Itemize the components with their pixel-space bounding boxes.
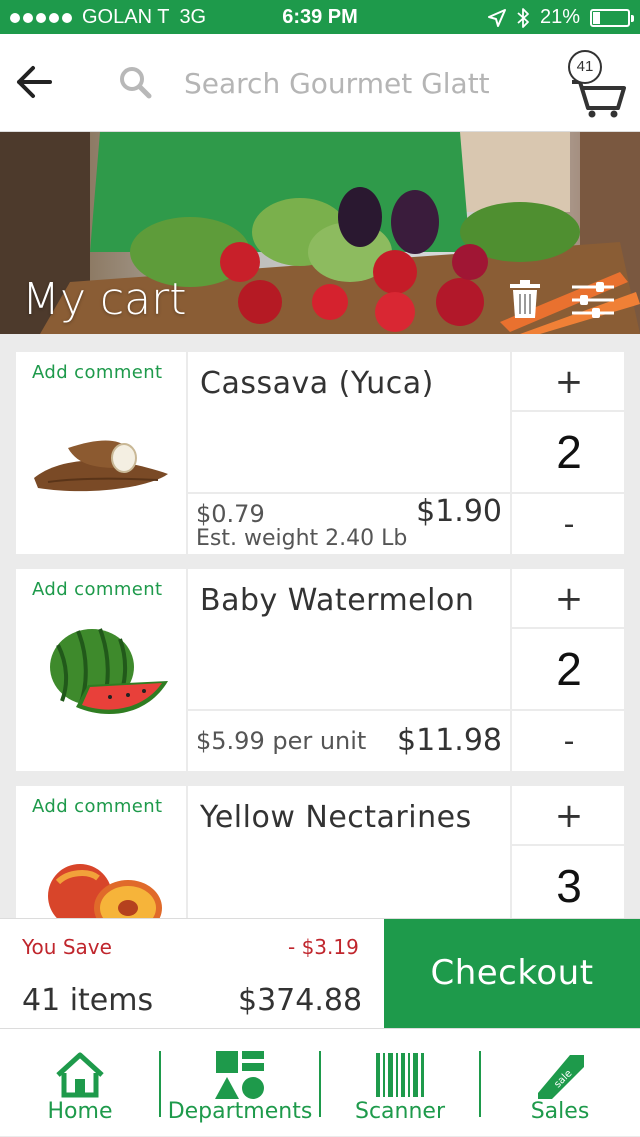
- line-total: $1.90: [416, 494, 502, 529]
- line-total: $11.98: [397, 723, 502, 758]
- battery-percent: 21%: [539, 6, 580, 28]
- tab-home[interactable]: Home: [0, 1029, 160, 1137]
- item-left-column: Add comment: [16, 786, 188, 918]
- location-icon: [487, 8, 506, 27]
- top-header: 41: [0, 34, 640, 132]
- add-comment-link[interactable]: Add comment: [32, 362, 163, 383]
- bottom-tab-bar: Home Departments Scanner sale Sales: [0, 1028, 640, 1136]
- unit-price: $5.99 per unit: [196, 727, 367, 755]
- cart-banner: My cart: [0, 132, 640, 334]
- increase-quantity-button[interactable]: +: [512, 786, 626, 846]
- item-name[interactable]: Yellow Nectarines: [200, 800, 472, 835]
- tab-scanner[interactable]: Scanner: [320, 1029, 480, 1137]
- tab-departments-label: Departments: [167, 1099, 313, 1124]
- item-count: 41 items: [22, 983, 154, 1018]
- cart-total: $374.88: [238, 983, 363, 1018]
- decrease-quantity-button[interactable]: -: [512, 709, 626, 771]
- cart-item: Add comment Yellow Nectarines + 3: [16, 786, 626, 918]
- item-left-column: Add comment: [16, 569, 188, 771]
- tab-departments[interactable]: Departments: [160, 1029, 320, 1137]
- cart-button[interactable]: 41: [564, 48, 628, 118]
- quantity-value: 2: [556, 643, 582, 695]
- cart-item: Add comment Cassava (Yuca) $0.79 Est. we…: [16, 352, 626, 554]
- search-input[interactable]: [170, 58, 530, 108]
- network-type: 3G: [179, 6, 207, 28]
- cassava-image: [34, 440, 168, 492]
- trash-icon: [510, 280, 540, 318]
- decrease-quantity-button[interactable]: -: [512, 492, 626, 554]
- bluetooth-icon: [517, 7, 529, 28]
- estimated-weight: Est. weight 2.40 Lb: [196, 526, 408, 551]
- increase-quantity-button[interactable]: +: [512, 569, 626, 629]
- signal-strength-icon: [10, 12, 72, 23]
- cart-summary: You Save - $3.19 41 items $374.88 Checko…: [0, 918, 640, 1029]
- watermelon-image: [50, 628, 168, 715]
- item-name[interactable]: Baby Watermelon: [200, 583, 474, 618]
- shapes-icon: [215, 1051, 264, 1099]
- quantity-stepper: + 2 -: [510, 352, 626, 554]
- quantity-stepper: + 2 -: [510, 569, 626, 771]
- cart-count-badge: 41: [568, 50, 602, 84]
- increase-quantity-button[interactable]: +: [512, 352, 626, 412]
- add-comment-link[interactable]: Add comment: [32, 796, 163, 817]
- item-price-row: $0.79 Est. weight 2.40 Lb $1.90: [188, 492, 510, 554]
- page-title: My cart: [22, 274, 187, 325]
- home-icon: [56, 1052, 104, 1098]
- unit-price: $0.79: [196, 500, 265, 528]
- filter-button[interactable]: [570, 280, 616, 320]
- item-left-column: Add comment: [16, 352, 188, 554]
- you-save-amount: - $3.19: [288, 935, 359, 959]
- item-name[interactable]: Cassava (Yuca): [200, 366, 434, 401]
- quantity-stepper: + 3: [510, 786, 626, 918]
- status-left: GOLAN T 3G: [10, 6, 206, 29]
- tab-scanner-label: Scanner: [354, 1099, 445, 1124]
- cart-item-list[interactable]: Add comment Cassava (Yuca) $0.79 Est. we…: [0, 334, 640, 918]
- cart-item: Add comment Baby Watermelon $5.99 per un…: [16, 569, 626, 771]
- carrier-name: GOLAN T: [82, 6, 170, 28]
- sale-tag-icon: sale: [538, 1055, 584, 1099]
- quantity-value: 3: [556, 860, 582, 912]
- barcode-icon: [376, 1053, 424, 1097]
- status-right: 21%: [487, 6, 634, 29]
- search-icon: [120, 67, 152, 99]
- clear-cart-button[interactable]: [506, 280, 544, 320]
- status-bar: GOLAN T 3G 6:39 PM 21%: [0, 0, 640, 34]
- tab-sales-label: Sales: [530, 1099, 590, 1124]
- battery-icon: [590, 8, 634, 27]
- tab-sales[interactable]: sale Sales: [480, 1029, 640, 1137]
- nectarine-image: [48, 864, 162, 918]
- quantity-value: 2: [556, 426, 582, 478]
- tab-home-label: Home: [47, 1099, 113, 1124]
- checkout-button[interactable]: Checkout: [384, 919, 640, 1029]
- add-comment-link[interactable]: Add comment: [32, 579, 163, 600]
- back-button[interactable]: [14, 60, 54, 104]
- you-save-label: You Save: [22, 935, 112, 959]
- sliders-icon: [572, 282, 614, 318]
- item-price-row: $5.99 per unit $11.98: [188, 709, 510, 771]
- arrow-left-icon: [17, 66, 52, 98]
